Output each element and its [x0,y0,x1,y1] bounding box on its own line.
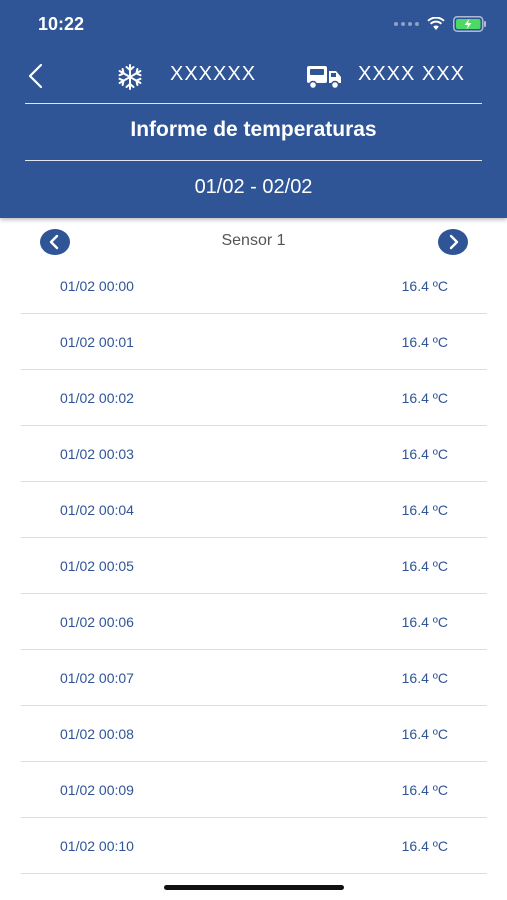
reading-time: 01/02 00:03 [60,446,134,462]
reading-time: 01/02 00:06 [60,614,134,630]
list-item: 01/02 00:05 16.4 ºC [0,538,507,594]
header: 10:22 XXXXXX XXXX XXX Informe de tempera… [0,0,507,218]
list-item: 01/02 00:07 16.4 ºC [0,650,507,706]
reading-value: 16.4 ºC [401,782,448,798]
list-item: 01/02 00:00 16.4 ºC [0,258,507,314]
chevron-left-icon [28,63,43,89]
snowflake-icon [118,64,142,90]
reading-value: 16.4 ºC [401,726,448,742]
list-item: 01/02 00:06 16.4 ºC [0,594,507,650]
reading-value: 16.4 ºC [401,670,448,686]
list-item: 01/02 00:01 16.4 ºC [0,314,507,370]
status-time: 10:22 [38,14,85,34]
reading-value: 16.4 ºC [401,390,448,406]
reading-time: 01/02 00:02 [60,390,134,406]
reading-time: 01/02 00:10 [60,838,134,854]
sensor-label: Sensor 1 [221,232,286,249]
sensor-selector: Sensor 1 [0,226,507,258]
status-icons [394,16,487,32]
plate-id: XXXX XXX [358,63,465,85]
home-indicator[interactable] [164,885,344,890]
list-item: 01/02 00:03 16.4 ºC [0,426,507,482]
readings-list: 01/02 00:00 16.4 ºC 01/02 00:01 16.4 ºC … [0,258,507,874]
reading-time: 01/02 00:08 [60,726,134,742]
reading-value: 16.4 ºC [401,334,448,350]
reading-time: 01/02 00:07 [60,670,134,686]
chevron-right-icon [449,234,459,250]
header-divider [25,160,482,161]
nav-row: XXXXXX XXXX XXX [0,55,507,99]
reading-value: 16.4 ºC [401,446,448,462]
report-title: Informe de temperaturas [130,118,377,141]
battery-charging-icon [453,16,486,32]
list-item: 01/02 00:08 16.4 ºC [0,706,507,762]
reading-value: 16.4 ºC [401,278,448,294]
reading-time: 01/02 00:04 [60,502,134,518]
reading-time: 01/02 00:00 [60,278,134,294]
list-item: 01/02 00:10 16.4 ºC [0,818,507,874]
reading-value: 16.4 ºC [401,838,448,854]
truck-icon [307,66,341,90]
reading-time: 01/02 00:09 [60,782,134,798]
date-range[interactable]: 01/02 - 02/02 [0,176,507,199]
list-item: 01/02 00:09 16.4 ºC [0,762,507,818]
back-button[interactable] [22,59,52,93]
status-bar: 10:22 [0,0,507,50]
reading-time: 01/02 00:01 [60,334,134,350]
temperature-report-screen: 10:22 XXXXXX XXXX XXX Informe de tempera… [0,0,507,900]
reading-time: 01/02 00:05 [60,558,134,574]
cellular-signal-icon [394,22,419,26]
next-sensor-button[interactable] [438,229,468,255]
list-item: 01/02 00:04 16.4 ºC [0,482,507,538]
list-item: 01/02 00:02 16.4 ºC [0,370,507,426]
reading-value: 16.4 ºC [401,502,448,518]
unit-id: XXXXXX [170,63,257,85]
header-divider [25,103,482,104]
reading-value: 16.4 ºC [401,614,448,630]
row-divider [21,873,487,874]
wifi-icon [427,17,445,30]
reading-value: 16.4 ºC [401,558,448,574]
